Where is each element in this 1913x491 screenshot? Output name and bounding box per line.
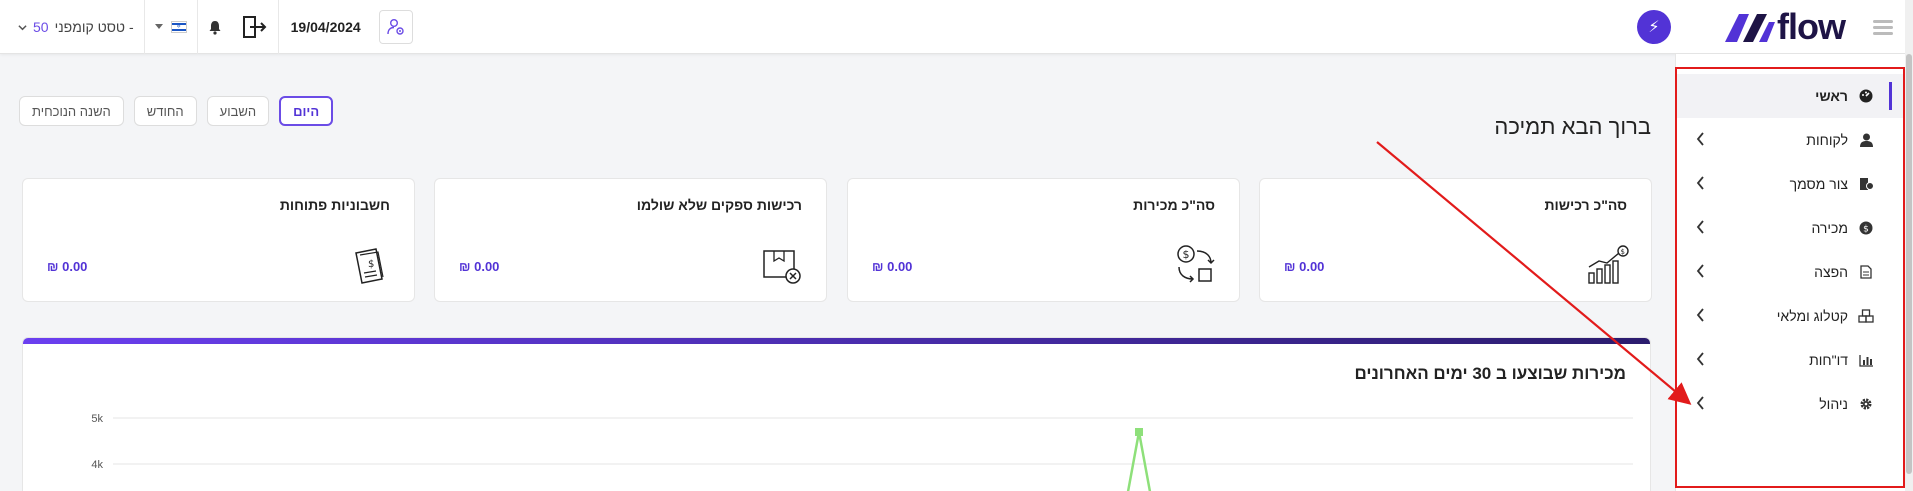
boxes-icon	[1858, 308, 1874, 324]
card-title: סה"כ רכישות	[1544, 197, 1627, 213]
company-selector[interactable]: 50 טסט קומפני -	[0, 0, 144, 54]
company-name: טסט קומפני -	[54, 19, 134, 35]
caret-down-icon	[154, 24, 163, 29]
sales-line-chart: 5k 4k	[91, 413, 1633, 491]
logo-mark	[1725, 14, 1776, 42]
user-settings-icon	[387, 19, 404, 35]
current-date: 19/04/2024	[290, 19, 361, 35]
sidebar-item-label: הפצה	[1814, 264, 1848, 280]
sidebar-item-customers[interactable]: לקוחות	[1676, 118, 1906, 162]
card-value: 0.00 ₪	[1284, 259, 1325, 274]
sidebar-item-distribution[interactable]: הפצה	[1676, 250, 1906, 294]
chart-ytick-label: 5k	[91, 413, 103, 425]
file-icon	[1858, 264, 1874, 280]
sidebar: ראשי לקוחות צור מסמך $ מכירה הפצה קטלוג …	[1675, 54, 1906, 491]
dashboard-icon	[1858, 88, 1874, 104]
card-total-sales[interactable]: סה"כ מכירות 0.00 ₪ $	[847, 178, 1240, 302]
chart-data-point[interactable]	[1135, 428, 1143, 436]
card-title: רכישות ספקים שלא שולמו	[636, 197, 802, 213]
top-header: 50 טסט קומפני - ✡ 19/04/2024 ⚡ flow	[0, 0, 1913, 54]
chevron-left-icon	[1696, 352, 1704, 366]
svg-text:$: $	[1621, 248, 1625, 256]
card-value: 0.00 ₪	[459, 259, 500, 274]
sidebar-item-sales[interactable]: $ מכירה	[1676, 206, 1906, 250]
period-month-button[interactable]: החודש	[133, 96, 197, 126]
money-exchange-icon: $	[1177, 245, 1215, 283]
chart-series-line	[1126, 431, 1152, 491]
header-left-tools: 50 טסט קומפני - ✡ 19/04/2024	[0, 0, 413, 54]
chart-ytick-label: 4k	[91, 459, 103, 471]
card-title: סה"כ מכירות	[1133, 197, 1215, 213]
header-right-brand: ⚡ flow	[1637, 0, 1913, 54]
card-total-purchases[interactable]: סה"כ רכישות 0.00 ₪ $	[1259, 178, 1652, 302]
dollar-icon: $	[1858, 220, 1874, 236]
svg-text:$: $	[1183, 248, 1190, 261]
sidebar-item-label: צור מסמך	[1789, 176, 1848, 192]
card-unpaid-supplier-purchases[interactable]: רכישות ספקים שלא שולמו 0.00 ₪	[434, 178, 827, 302]
bolt-icon[interactable]: ⚡	[1637, 10, 1672, 44]
document-add-icon	[1858, 176, 1874, 192]
user-icon	[1858, 132, 1874, 148]
summary-cards: חשבוניות פתוחות 0.00 ₪ $ רכישות ספקים של…	[22, 178, 1652, 302]
period-week-button[interactable]: השבוע	[206, 96, 270, 126]
growth-chart-icon: $	[1588, 245, 1629, 284]
logout-button[interactable]	[232, 0, 278, 54]
sidebar-item-label: קטלוג ומלאי	[1776, 308, 1848, 324]
menu-icon[interactable]	[1873, 17, 1893, 38]
sidebar-item-management[interactable]: ניהול	[1676, 382, 1906, 426]
flag-israel-icon: ✡	[170, 21, 187, 33]
chevron-left-icon	[1696, 308, 1704, 322]
sidebar-item-label: ראשי	[1815, 88, 1848, 104]
scrollbar-thumb[interactable]	[1906, 54, 1912, 474]
language-selector[interactable]: ✡	[145, 0, 197, 54]
invoice-icon: $	[355, 248, 384, 284]
period-filter: השנה הנוכחית החודש השבוע היום	[19, 96, 334, 126]
sidebar-item-create-document[interactable]: צור מסמך	[1676, 162, 1906, 206]
mflow-logo[interactable]: flow	[1723, 6, 1846, 48]
chevron-left-icon	[1696, 264, 1704, 278]
sidebar-item-label: לקוחות	[1806, 132, 1848, 148]
card-value: 0.00 ₪	[47, 259, 88, 274]
period-current-year-button[interactable]: השנה הנוכחית	[19, 96, 124, 126]
chevron-left-icon	[1696, 176, 1704, 190]
sidebar-item-label: ניהול	[1819, 396, 1848, 412]
user-settings-button[interactable]	[378, 10, 413, 44]
gear-icon	[1858, 396, 1874, 412]
logo-text: flow	[1777, 6, 1846, 47]
svg-text:$: $	[1863, 225, 1869, 235]
sidebar-item-label: מכירה	[1811, 220, 1848, 236]
sidebar-item-home[interactable]: ראשי	[1676, 74, 1906, 118]
svg-text:$: $	[368, 259, 374, 270]
logout-icon	[242, 16, 267, 38]
bell-icon	[209, 20, 221, 35]
sales-chart-card: מכירות שבוצעו ב 30 ימים האחרונים 5k 4k	[22, 337, 1651, 491]
notifications-button[interactable]	[198, 0, 232, 54]
box-cancel-icon	[763, 250, 801, 284]
card-open-invoices[interactable]: חשבוניות פתוחות 0.00 ₪ $	[22, 178, 415, 302]
sidebar-item-reports[interactable]: דו"חות	[1676, 338, 1906, 382]
page-title: ברוך הבא תמיכה	[1494, 114, 1651, 139]
card-value: 0.00 ₪	[872, 259, 913, 274]
sidebar-item-label: דו"חות	[1809, 352, 1848, 368]
company-number: 50	[33, 19, 49, 35]
card-title: חשבוניות פתוחות	[279, 197, 390, 213]
chart-icon	[1858, 352, 1874, 368]
page-scrollbar[interactable]	[1905, 0, 1913, 491]
chevron-left-icon	[1696, 220, 1704, 234]
chevron-left-icon	[1696, 132, 1704, 146]
chevron-down-icon	[18, 24, 27, 30]
chevron-left-icon	[1696, 396, 1704, 410]
sidebar-item-catalog[interactable]: קטלוג ומלאי	[1676, 294, 1906, 338]
period-today-button[interactable]: היום	[279, 96, 334, 126]
